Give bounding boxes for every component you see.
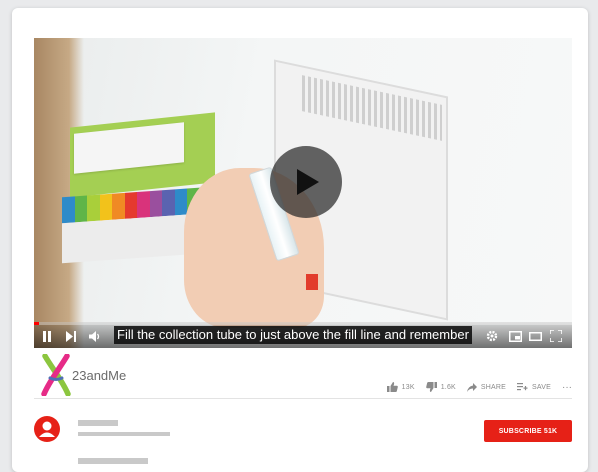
- channel-info-row: SUBSCRIBE 51K: [34, 402, 572, 472]
- more-actions-icon: ···: [562, 381, 572, 393]
- placeholder-title-bar: [78, 420, 118, 426]
- next-icon: [66, 330, 76, 342]
- settings-button[interactable]: [486, 327, 498, 345]
- channel-name[interactable]: 23andMe: [72, 368, 126, 383]
- save-label: SAVE: [532, 383, 551, 391]
- miniplayer-button[interactable]: [509, 327, 522, 345]
- dislike-count: 1.6K: [440, 383, 456, 391]
- miniplayer-icon: [509, 330, 522, 342]
- progress-fill: [34, 322, 40, 325]
- video-frame-red-label: [306, 274, 318, 290]
- video-actions: 13K 1.6K SHARE SAVE ···: [386, 380, 572, 394]
- avatar-silhouette: [39, 421, 55, 437]
- share-label: SHARE: [480, 383, 507, 391]
- pause-button[interactable]: [42, 327, 52, 345]
- video-player[interactable]: Fill the collection tube to just above t…: [34, 38, 572, 348]
- like-button[interactable]: 13K: [386, 382, 415, 392]
- share-icon: [466, 382, 477, 392]
- fullscreen-icon: [550, 330, 562, 342]
- channel-row: 23andMe 13K 1.6K SHARE SAVE ···: [34, 350, 572, 399]
- progress-bar[interactable]: [34, 322, 572, 325]
- save-button[interactable]: SAVE: [517, 382, 551, 392]
- share-button[interactable]: SHARE: [466, 382, 507, 392]
- add-to-playlist-icon: [517, 382, 528, 390]
- video-card: Fill the collection tube to just above t…: [12, 8, 588, 472]
- play-icon: [297, 169, 319, 195]
- video-caption: Fill the collection tube to just above t…: [114, 326, 472, 344]
- dislike-button[interactable]: 1.6K: [425, 382, 456, 392]
- like-count: 13K: [401, 383, 415, 391]
- thumbs-up-icon: [386, 382, 398, 392]
- thumbs-down-icon: [425, 382, 437, 392]
- theater-icon: [529, 331, 542, 341]
- user-avatar-icon[interactable]: [34, 416, 60, 442]
- theater-mode-button[interactable]: [529, 327, 542, 345]
- volume-button[interactable]: [89, 327, 101, 345]
- gear-icon: [486, 330, 498, 342]
- more-actions-button[interactable]: ···: [562, 382, 572, 393]
- placeholder-subtitle-bar: [78, 432, 170, 436]
- player-controls: Fill the collection tube to just above t…: [34, 322, 572, 348]
- play-button[interactable]: [270, 146, 342, 218]
- channel-logo[interactable]: [38, 354, 74, 396]
- fullscreen-button[interactable]: [550, 327, 562, 345]
- volume-icon: [89, 330, 100, 342]
- subscribe-button[interactable]: SUBSCRIBE 51K: [484, 420, 572, 442]
- placeholder-description-bar: [78, 458, 148, 464]
- next-button[interactable]: [66, 327, 77, 345]
- pause-icon: [43, 330, 51, 342]
